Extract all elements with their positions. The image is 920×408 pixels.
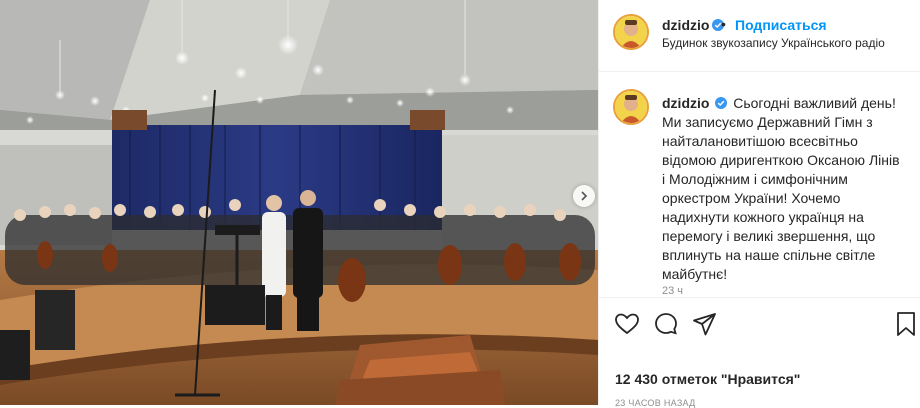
- orchestra-photo: [0, 0, 598, 405]
- post-caption: dzidzio Сьогодні важливий день! Ми запис…: [662, 94, 902, 284]
- post-actions: 12 430 отметок "Нравится" 23 часов назад: [599, 297, 920, 408]
- separator-dot: •: [721, 16, 726, 32]
- chevron-right-icon: [581, 191, 588, 201]
- comments-section: dzidzio Сьогодні важливий день! Ми запис…: [599, 73, 920, 297]
- post-side-panel: dzidzio • Подписаться Будинок звукозапис…: [598, 0, 920, 408]
- share-icon[interactable]: [691, 310, 719, 338]
- heart-icon[interactable]: [613, 310, 641, 338]
- post-timestamp: 23 часов назад: [615, 398, 696, 408]
- follow-button[interactable]: Подписаться: [735, 17, 827, 33]
- post-header: dzidzio • Подписаться Будинок звукозапис…: [599, 0, 920, 72]
- avatar-image: [615, 91, 647, 123]
- caption-username[interactable]: dzidzio: [662, 95, 709, 111]
- bookmark-icon[interactable]: [895, 310, 917, 338]
- caption-text: Сьогодні важливий день! Ми записуємо Дер…: [662, 95, 900, 282]
- avatar-image: [615, 16, 647, 48]
- avatar[interactable]: [613, 14, 649, 50]
- likes-count[interactable]: 12 430 отметок "Нравится": [615, 371, 800, 387]
- comment-icon[interactable]: [652, 310, 680, 338]
- verified-badge-icon: [715, 97, 728, 109]
- username-link[interactable]: dzidzio: [662, 17, 709, 33]
- caption-timestamp: 23 ч: [662, 285, 684, 297]
- caption-avatar[interactable]: [613, 89, 649, 125]
- next-photo-button[interactable]: [573, 185, 595, 207]
- instagram-post: dzidzio • Подписаться Будинок звукозапис…: [0, 0, 920, 408]
- post-photo[interactable]: [0, 0, 598, 405]
- location-link[interactable]: Будинок звукозапису Українського радіо: [662, 36, 885, 50]
